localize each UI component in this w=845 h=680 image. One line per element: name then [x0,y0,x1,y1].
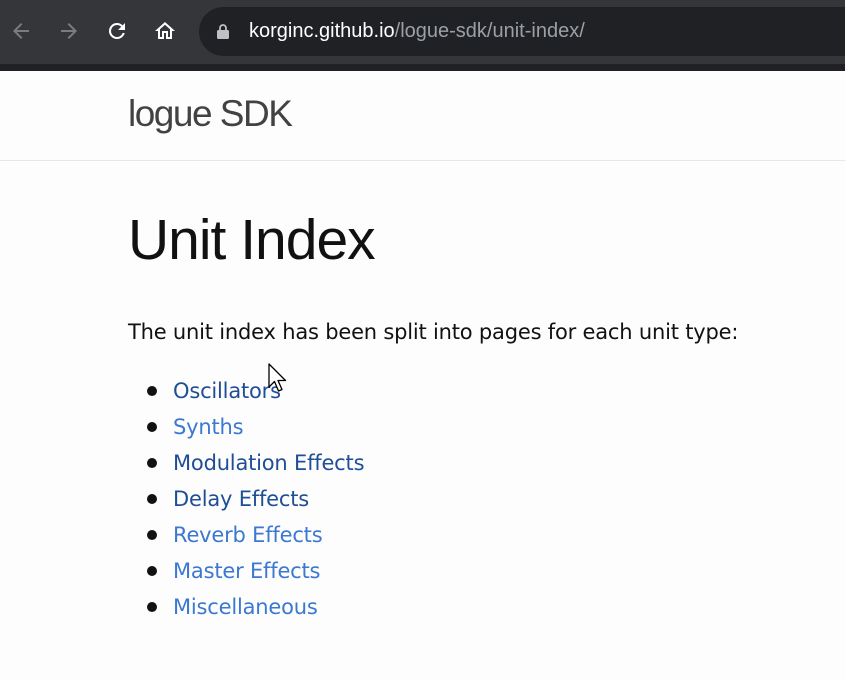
link-master-effects[interactable]: Master Effects [173,559,320,583]
toolbar-divider [0,64,845,71]
list-item: Delay Effects [128,484,364,520]
back-button[interactable] [4,14,38,48]
list-item: Modulation Effects [128,448,365,484]
forward-button[interactable] [52,14,86,48]
address-bar[interactable]: korginc.github.io/logue-sdk/unit-index/ [199,7,845,56]
list-item: Reverb Effects [128,520,364,556]
link-miscellaneous[interactable]: Miscellaneous [173,595,318,619]
lock-icon[interactable] [217,24,229,39]
link-delay-effects[interactable]: Delay Effects [173,487,309,511]
bullet-icon [147,422,157,432]
main-content: Unit Index The unit index has been split… [128,185,828,619]
url-text[interactable]: korginc.github.io/logue-sdk/unit-index/ [249,19,585,43]
unit-type-list: Oscillators Synths Modulation Effects De… [128,376,365,628]
bullet-icon [147,530,157,540]
link-oscillators[interactable]: Oscillators [173,379,281,403]
page-title: Unit Index [128,208,376,272]
browser-toolbar: korginc.github.io/logue-sdk/unit-index/ [0,0,845,64]
link-modulation-effects[interactable]: Modulation Effects [173,451,365,475]
list-item: Master Effects [128,556,364,592]
list-item: Miscellaneous [128,592,364,628]
link-reverb-effects[interactable]: Reverb Effects [173,523,323,547]
back-arrow-icon [13,23,29,39]
url-path: /logue-sdk/unit-index/ [394,20,585,42]
reload-icon [108,22,125,39]
link-synths[interactable]: Synths [173,415,244,439]
home-icon [155,22,175,39]
forward-arrow-icon [61,23,77,39]
home-button[interactable] [148,14,182,48]
reload-button[interactable] [100,14,134,48]
intro-text: The unit index has been split into pages… [128,320,739,344]
bullet-icon [147,566,157,576]
list-item: Synths [128,412,364,448]
url-host: korginc.github.io [249,20,395,42]
site-title-link[interactable]: logue SDK [128,91,293,137]
mouse-cursor-icon [268,363,287,392]
bullet-icon [147,602,157,612]
bullet-icon [147,458,157,468]
site-header: logue SDK [0,71,845,161]
bullet-icon [147,494,157,504]
list-item: Oscillators [128,376,364,412]
bullet-icon [147,386,157,396]
